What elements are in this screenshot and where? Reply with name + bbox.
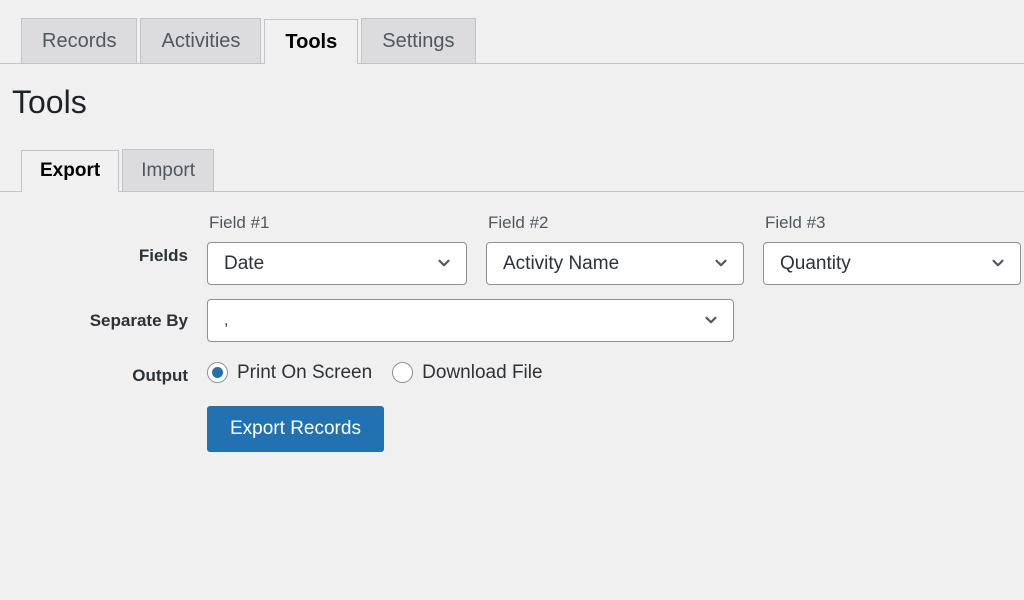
field-2-value: Activity Name [503,252,620,274]
separate-by-label: Separate By [89,310,188,330]
field-1-column: Field #1 Date [207,214,467,285]
field-2-select[interactable]: Activity Name [486,241,744,285]
submit-row: Export Records [0,405,1024,452]
field-1-select[interactable]: Date [207,241,467,285]
tools-subtab-bar: Export Import [0,144,1024,192]
separate-by-value: , [224,311,229,329]
field-1-value: Date [224,252,265,274]
field-3-caption: Field #3 [765,212,826,232]
subtab-import[interactable]: Import [122,148,215,191]
export-form: Fields Field #1 Date Field #2 Activity N… [0,192,1024,452]
primary-nav-bar: Records Activities Tools Settings [0,0,1024,64]
output-radio-group: Print On Screen Download File [207,360,1024,384]
radio-mark-unselected-icon [392,362,414,384]
submit-control: Export Records [207,405,1024,452]
field-1-caption: Field #1 [209,212,270,232]
radio-print-on-screen[interactable]: Print On Screen [207,362,372,384]
separate-by-row: Separate By , [0,298,1024,342]
radio-download-file[interactable]: Download File [392,361,543,384]
output-row: Output Print On Screen Download File [0,360,1024,386]
output-control: Print On Screen Download File [207,360,1024,384]
tab-settings[interactable]: Settings [361,18,476,63]
field-3-column: Field #3 Quantity [763,214,1021,285]
tab-tools[interactable]: Tools [264,19,359,64]
subtab-export[interactable]: Export [21,149,120,192]
field-3-select[interactable]: Quantity [763,241,1021,285]
field-2-caption: Field #2 [488,212,549,232]
fields-row-label: Fields [138,245,188,265]
output-label: Output [132,365,188,385]
radio-print-on-screen-label: Print On Screen [237,361,373,383]
tools-subtabs: Export Import [21,144,1024,192]
primary-nav-tabs: Records Activities Tools Settings [21,18,1024,64]
radio-mark-selected-icon [207,362,228,384]
field-2-column: Field #2 Activity Name [486,214,744,285]
tab-activities[interactable]: Activities [140,18,262,63]
separate-by-control: , [207,298,1024,342]
separate-by-select[interactable]: , [207,298,734,342]
field-3-value: Quantity [780,252,851,274]
tab-records[interactable]: Records [21,18,138,63]
fields-row: Fields Field #1 Date Field #2 Activity N… [0,214,1024,285]
radio-download-file-label: Download File [422,361,543,383]
fields-group: Field #1 Date Field #2 Activity Name Fie… [207,214,1024,285]
fields-row-control: Field #1 Date Field #2 Activity Name Fie… [207,214,1024,285]
page-title: Tools [12,84,87,120]
export-records-button[interactable]: Export Records [207,405,384,452]
